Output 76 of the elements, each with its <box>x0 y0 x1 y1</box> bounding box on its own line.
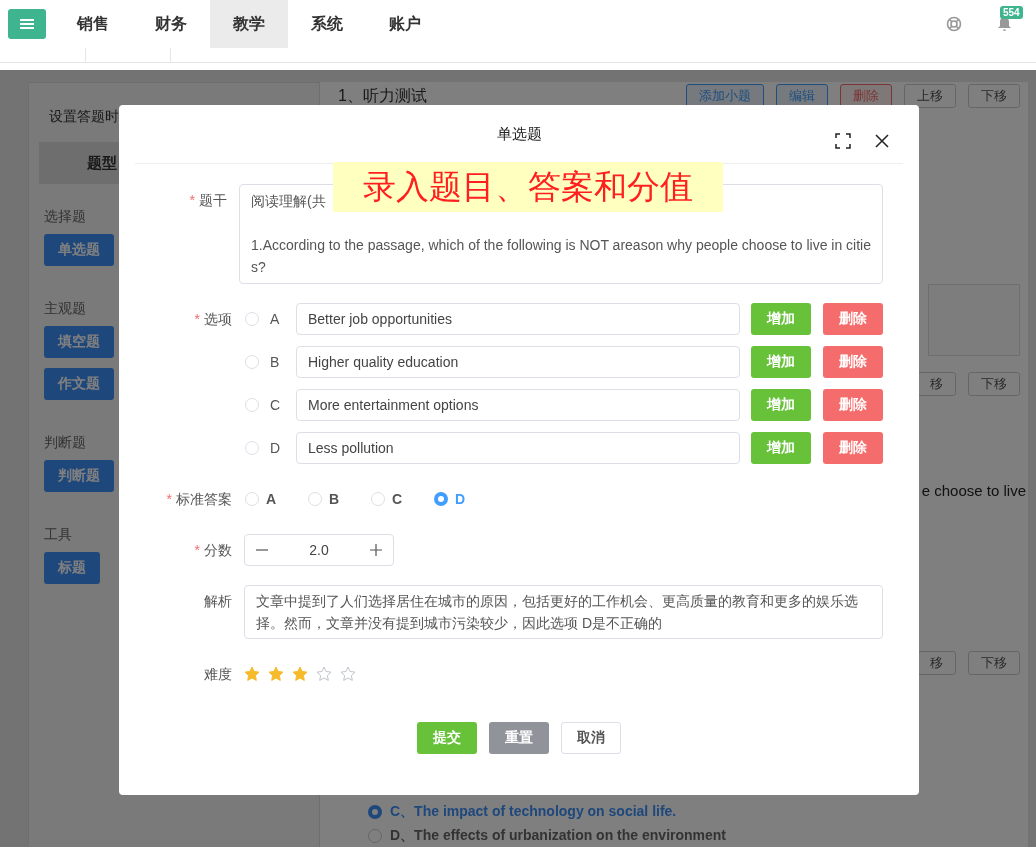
answer-choice: B <box>329 491 340 507</box>
fullscreen-icon[interactable] <box>835 133 851 149</box>
question-type-button[interactable]: 判断题 <box>44 460 114 492</box>
action-button[interactable]: 删除 <box>840 84 892 108</box>
nav-tab[interactable]: 教学 <box>210 0 288 48</box>
answer-choice: D <box>455 491 466 507</box>
options-label: * 选项 <box>193 310 233 329</box>
menu-icon <box>20 18 34 30</box>
difficulty-label: 难度 <box>203 665 233 684</box>
question-type-button[interactable]: 标题 <box>44 552 100 584</box>
option-letter: A <box>270 311 281 327</box>
add-button[interactable]: 增加 <box>751 303 811 335</box>
option-field[interactable]: Better job opportunities <box>296 303 740 335</box>
star-icon[interactable] <box>340 666 356 682</box>
close-icon[interactable] <box>875 134 889 148</box>
answer-choice: A <box>266 491 277 507</box>
option-letter: B <box>270 354 281 370</box>
option-field[interactable]: Less pollution <box>296 432 740 464</box>
action-button[interactable]: 上移 <box>904 84 956 108</box>
form-button[interactable]: 提交 <box>417 722 477 754</box>
group-label: 判断题 <box>44 434 86 452</box>
move-button[interactable]: 下移 <box>968 651 1020 675</box>
add-button[interactable]: 增加 <box>751 346 811 378</box>
star-icon[interactable] <box>292 666 308 682</box>
option-field[interactable]: Higher quality education <box>296 346 740 378</box>
nav-tab[interactable]: 销售 <box>54 0 132 48</box>
score-label: * 分数 <box>193 541 233 560</box>
delete-button[interactable]: 删除 <box>823 346 883 378</box>
notification-badge: 554 <box>1000 6 1023 19</box>
add-button[interactable]: 增加 <box>751 432 811 464</box>
plus-icon[interactable] <box>370 544 382 556</box>
move-button[interactable]: 移 <box>917 372 956 396</box>
question-type-button[interactable]: 填空题 <box>44 326 114 358</box>
star-icon[interactable] <box>268 666 284 682</box>
star-icon[interactable] <box>316 666 332 682</box>
nav-tab[interactable]: 系统 <box>288 0 366 48</box>
analysis-label: 解析 <box>203 592 233 611</box>
annotation-callout: 录入题目、答案和分值 <box>333 162 723 212</box>
question-type-button[interactable]: 作文题 <box>44 368 114 400</box>
delete-button[interactable]: 删除 <box>823 303 883 335</box>
action-button[interactable]: 下移 <box>968 84 1020 108</box>
analysis-field[interactable]: 文章中提到了人们选择居住在城市的原因，包括更好的工作机会、更高质量的教育和更多的娱乐选择。然而，文章并没有提到城市污染较少，因此选项 D是不正确的 <box>244 585 883 639</box>
delete-button[interactable]: 删除 <box>823 389 883 421</box>
move-button[interactable]: 移 <box>917 651 956 675</box>
option-letter: C <box>270 397 282 413</box>
group-label: 选择题 <box>44 208 86 226</box>
form-button[interactable]: 取消 <box>561 722 621 754</box>
delete-button[interactable]: 删除 <box>823 432 883 464</box>
answer-option: C、The impact of technology on social life. <box>390 803 677 821</box>
difficulty-rating[interactable] <box>244 666 356 682</box>
dialog-title: 单选题 <box>496 124 542 144</box>
stem-label: * 题干 <box>188 191 228 210</box>
answer-choice: C <box>392 491 403 507</box>
lifebuoy-icon[interactable] <box>946 16 962 32</box>
action-button[interactable]: 编辑 <box>776 84 828 108</box>
section-title: 1、听力测试 <box>338 85 427 106</box>
score-field[interactable]: 2.0 <box>244 534 394 566</box>
group-label: 主观题 <box>44 300 86 318</box>
form-button[interactable]: 重置 <box>489 722 549 754</box>
group-label: 工具 <box>44 526 72 544</box>
answer-option: D、The effects of urbanization on the environment <box>390 827 727 845</box>
sidebar-title: 设置答题时 <box>49 108 119 126</box>
star-icon[interactable] <box>244 666 260 682</box>
radio-button[interactable] <box>368 805 382 819</box>
radio-button[interactable] <box>434 492 448 506</box>
answer-label: * 标准答案 <box>165 490 233 509</box>
menu-button[interactable] <box>8 9 46 39</box>
option-letter: D <box>270 440 282 456</box>
option-field[interactable]: More entertainment options <box>296 389 740 421</box>
add-button[interactable]: 增加 <box>751 389 811 421</box>
question-type-button[interactable]: 单选题 <box>44 234 114 266</box>
nav-tab[interactable]: 账户 <box>366 0 444 48</box>
move-button[interactable]: 下移 <box>968 372 1020 396</box>
action-button[interactable]: 添加小题 <box>686 84 764 108</box>
question-text: e choose to live <box>921 482 1026 499</box>
nav-tab[interactable]: 财务 <box>132 0 210 48</box>
